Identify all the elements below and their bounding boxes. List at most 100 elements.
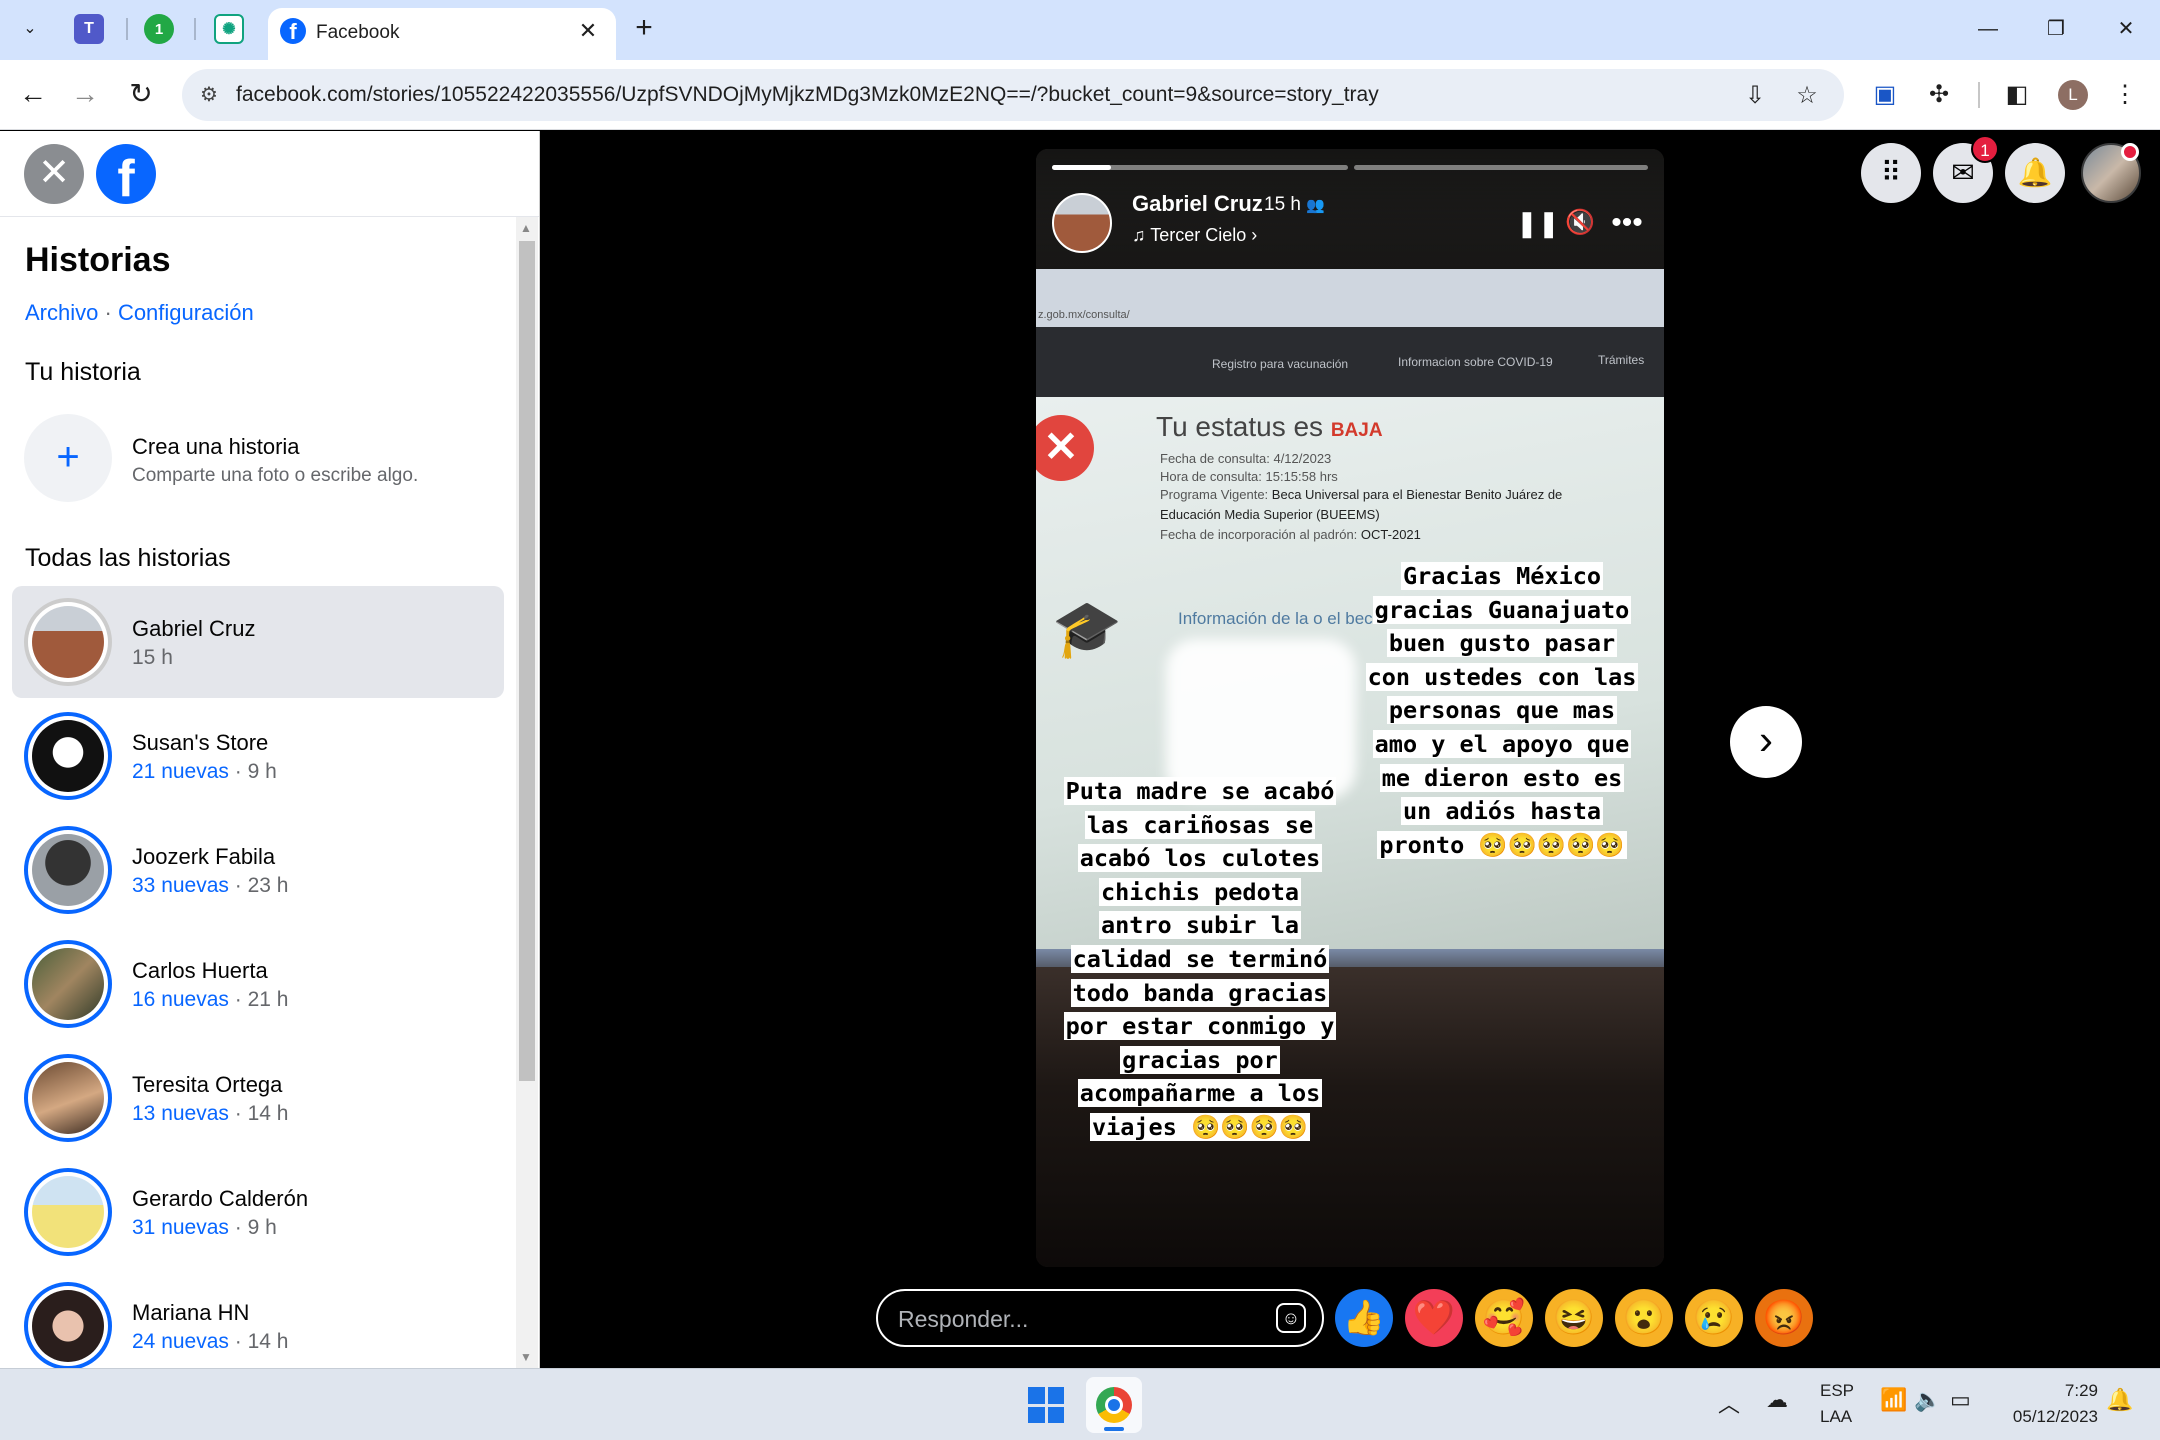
menu-grid-icon[interactable]: ⠿ <box>1861 143 1921 203</box>
story-author-name: Joozerk Fabila <box>132 844 276 869</box>
reload-button[interactable]: ↻ <box>122 76 160 114</box>
close-stories-button[interactable]: ✕ <box>24 144 84 204</box>
facebook-logo-icon[interactable]: f <box>96 144 156 204</box>
show-hidden-icons-chevron-icon[interactable]: ︿ <box>1718 1387 1740 1419</box>
clock-time[interactable]: 7:29 <box>2065 1381 2098 1401</box>
caption-line-text: las cariñosas se <box>1084 810 1316 839</box>
story-time: 9 h <box>247 760 277 783</box>
close-tab-icon[interactable]: ✕ <box>574 17 602 45</box>
pinned-tab-whatsapp[interactable]: 1 <box>144 14 174 44</box>
caption-line: acompañarme a los <box>1050 1078 1350 1112</box>
notification-center-bell-icon[interactable]: 🔔 <box>2106 1387 2133 1413</box>
windows-taskbar: ︿ ☁ ESP LAA 📶 🔈 ▭ 7:29 05/12/2023 🔔 <box>0 1368 2160 1440</box>
tab-separator <box>194 18 196 40</box>
pinned-tab-teams[interactable]: T <box>74 14 104 44</box>
story-author-name: Carlos Huerta <box>132 958 268 983</box>
caption-line-text: antro subir la <box>1098 911 1302 940</box>
address-bar[interactable]: ⚙ facebook.com/stories/105522422035556/U… <box>182 69 1844 121</box>
meta-separator: · <box>228 874 248 897</box>
photo-browser-url: z.gob.mx/consulta/ <box>1036 269 1664 327</box>
side-panel-icon[interactable]: ◧ <box>1998 76 2036 114</box>
browser-toolbar: ← → ↻ ⚙ facebook.com/stories/10552242203… <box>0 60 2160 130</box>
pinned-tab-badge: 1 <box>154 20 164 38</box>
caption-line-text: buen gusto pasar <box>1386 629 1618 658</box>
scrollbar-thumb[interactable] <box>519 241 535 1081</box>
caption-line: Gracias México <box>1348 561 1656 595</box>
pause-icon[interactable]: ❚❚ <box>1516 205 1560 241</box>
close-window-button[interactable]: ✕ <box>2106 12 2146 46</box>
extension-icon[interactable]: ▣ <box>1866 76 1904 114</box>
forward-button[interactable]: → <box>66 76 104 114</box>
reaction-wow-icon[interactable]: 😮 <box>1615 1289 1673 1347</box>
settings-link[interactable]: Configuración <box>118 300 254 325</box>
avatar-image <box>32 1062 104 1134</box>
caption-line: un adiós hasta <box>1348 796 1656 830</box>
story-progress-bar <box>1354 165 1648 170</box>
browser-menu-icon[interactable]: ⋮ <box>2106 76 2144 114</box>
meta-separator: · <box>228 760 248 783</box>
sidebar-scrollbar[interactable]: ▲ ▼ <box>516 217 538 1368</box>
graduation-cap-icon: 🎓 <box>1052 597 1122 660</box>
more-options-icon[interactable]: ••• <box>1606 205 1648 241</box>
input-language-primary[interactable]: ESP <box>1820 1381 1854 1401</box>
scroll-up-arrow-icon[interactable]: ▲ <box>520 221 532 235</box>
story-item-mariana-hn[interactable]: Mariana HN 24 nuevas · 14 h <box>12 1270 504 1368</box>
reply-input[interactable] <box>898 1303 1258 1335</box>
profile-avatar[interactable]: L <box>2058 80 2088 110</box>
sidebar-links: Archivo · Configuración <box>25 300 254 326</box>
scroll-down-arrow-icon[interactable]: ▼ <box>520 1350 532 1364</box>
address-url[interactable]: facebook.com/stories/105522422035556/Uzp… <box>236 83 1379 107</box>
pinned-tab-chatgpt[interactable]: ✺ <box>214 14 244 44</box>
reaction-like-icon[interactable]: 👍 <box>1335 1289 1393 1347</box>
music-note-icon: ♫ <box>1132 225 1146 245</box>
toolbar-divider <box>1978 82 1980 108</box>
input-language-secondary[interactable]: LAA <box>1820 1407 1852 1427</box>
onedrive-cloud-icon[interactable]: ☁ <box>1766 1387 1788 1413</box>
new-tab-button[interactable]: + <box>624 12 664 48</box>
reaction-haha-icon[interactable]: 😆 <box>1545 1289 1603 1347</box>
back-button[interactable]: ← <box>14 76 52 114</box>
story-item-teresita-ortega[interactable]: Teresita Ortega 13 nuevas · 14 h <box>12 1042 504 1154</box>
minimize-window-button[interactable]: — <box>1968 12 2008 46</box>
active-tab[interactable]: f Facebook ✕ <box>268 8 616 60</box>
tab-search-dropdown-icon[interactable]: ⌄ <box>14 12 46 44</box>
windows-start-icon[interactable] <box>1028 1387 1064 1423</box>
bookmark-star-icon[interactable]: ☆ <box>1790 79 1824 113</box>
reaction-love-icon[interactable]: ❤️ <box>1405 1289 1463 1347</box>
reaction-sad-icon[interactable]: 😢 <box>1685 1289 1743 1347</box>
restore-window-button[interactable]: ❐ <box>2036 12 2076 46</box>
clock-date[interactable]: 05/12/2023 <box>2013 1407 2098 1427</box>
story-item-gabriel-cruz[interactable]: Gabriel Cruz 15 h <box>12 586 504 698</box>
volume-icon[interactable]: 🔈 <box>1914 1387 1941 1413</box>
photo-line-value: OCT-2021 <box>1360 527 1421 542</box>
story-item-joozerk-fabila[interactable]: Joozerk Fabila 33 nuevas · 23 h <box>12 814 504 926</box>
mute-icon[interactable]: 🔇 <box>1562 205 1598 241</box>
plus-icon[interactable]: + <box>24 414 112 502</box>
site-settings-icon[interactable]: ⚙ <box>196 82 222 108</box>
create-story-subtitle: Comparte una foto o escribe algo. <box>132 465 419 486</box>
story-music[interactable]: ♫ Tercer Cielo › <box>1132 225 1257 246</box>
next-story-button[interactable]: › <box>1730 706 1802 778</box>
story-item-susans-store[interactable]: Susan's Store 21 nuevas · 9 h <box>12 700 504 812</box>
photo-site-nav: Registro para vacunación Informacion sob… <box>1036 327 1664 397</box>
story-item-carlos-huerta[interactable]: Carlos Huerta 16 nuevas · 21 h <box>12 928 504 1040</box>
story-item-gerardo-calderon[interactable]: Gerardo Calderón 31 nuevas · 9 h <box>12 1156 504 1268</box>
sticker-icon[interactable]: ☺ <box>1276 1303 1306 1333</box>
story-time: 14 h <box>247 1102 289 1125</box>
notifications-bell-icon[interactable]: 🔔 <box>2005 143 2065 203</box>
chrome-taskbar-icon[interactable] <box>1086 1377 1142 1433</box>
story-card[interactable]: z.gob.mx/consulta/ Registro para vacunac… <box>1036 149 1664 1267</box>
archive-link[interactable]: Archivo <box>25 300 98 325</box>
extensions-puzzle-icon[interactable]: ✣ <box>1920 76 1958 114</box>
battery-icon[interactable]: ▭ <box>1950 1387 1971 1413</box>
caption-line-text: calidad se terminó <box>1070 944 1330 973</box>
caption-line-text: un adiós hasta <box>1400 797 1604 826</box>
story-author-name[interactable]: Gabriel Cruz <box>1132 191 1263 217</box>
reaction-care-icon[interactable]: 🥰 <box>1475 1289 1533 1347</box>
reaction-angry-icon[interactable]: 😡 <box>1755 1289 1813 1347</box>
story-new-count: 21 nuevas <box>132 760 229 783</box>
reply-box[interactable]: ☺ <box>876 1289 1324 1347</box>
wifi-icon[interactable]: 📶 <box>1880 1387 1907 1413</box>
story-author-avatar[interactable] <box>1052 193 1112 253</box>
install-app-icon[interactable]: ⇩ <box>1738 79 1772 113</box>
